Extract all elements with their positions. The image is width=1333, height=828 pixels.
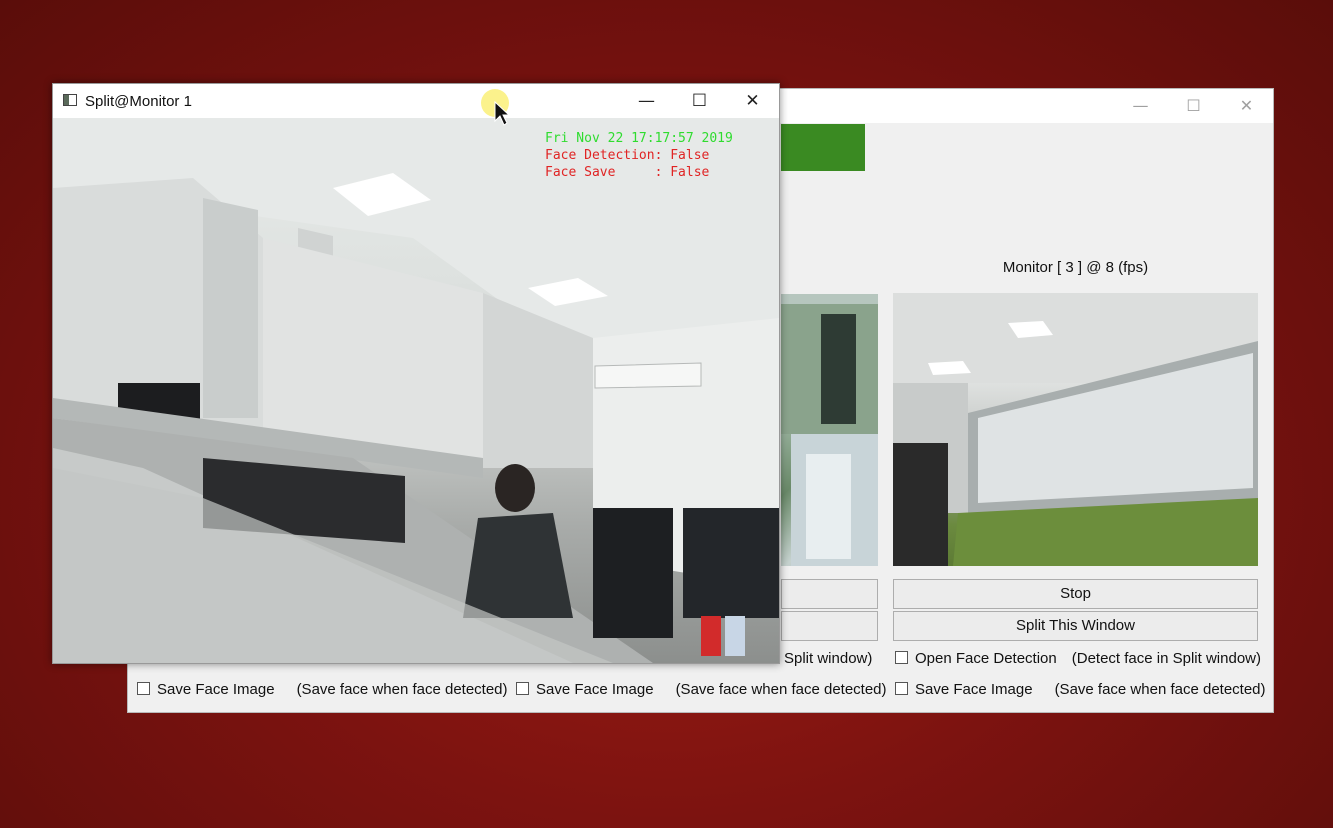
save-face-label: Save Face Image <box>536 681 654 698</box>
monitor3-video-feed <box>893 293 1258 566</box>
overlay-face-detection: Face Detection: False <box>545 148 710 163</box>
split-video-feed: Fri Nov 22 17:17:57 2019 Face Detection:… <box>53 118 779 663</box>
monitor3-stop-button[interactable]: Stop <box>893 579 1258 609</box>
split-titlebar[interactable]: Split@Monitor 1 — ☐ ✕ <box>53 84 779 118</box>
overlay-face-save: Face Save : False <box>545 165 710 180</box>
monitor2-scene <box>781 294 878 566</box>
face-detection-checkbox[interactable] <box>895 650 908 664</box>
main-window-controls: — ☐ ✕ <box>1114 89 1273 123</box>
overlay-timestamp: Fri Nov 22 17:17:57 2019 <box>545 131 733 146</box>
office-scene <box>53 118 779 663</box>
minimize-button[interactable]: — <box>1114 89 1167 123</box>
monitor3-face-detection-row: Open Face Detection (Detect face in Split… <box>895 650 1261 667</box>
app-window-icon <box>63 94 77 106</box>
save-face-checkbox[interactable] <box>895 681 908 695</box>
face-detection-hint: (Detect face in Split window) <box>1071 650 1261 667</box>
green-start-button[interactable] <box>781 124 865 171</box>
monitor2-save-face-row: Save Face Image (Save face when face dete… <box>516 681 887 698</box>
close-button[interactable]: ✕ <box>1220 89 1273 123</box>
maximize-button[interactable]: ☐ <box>1167 89 1220 123</box>
monitor2-video-feed <box>781 294 878 566</box>
minimize-button[interactable]: — <box>620 84 673 118</box>
save-face-hint: (Save face when face detected) <box>675 681 887 698</box>
monitor2-face-detection-hint: Split window) <box>784 650 873 667</box>
save-face-checkbox[interactable] <box>516 681 529 695</box>
monitor3-scene <box>893 293 1258 566</box>
save-face-hint: (Save face when face detected) <box>296 681 508 698</box>
monitor1-save-face-row: Save Face Image (Save face when face dete… <box>137 681 508 698</box>
split-window-title: Split@Monitor 1 <box>85 93 192 110</box>
mouse-pointer-icon <box>494 101 510 126</box>
monitor3-save-face-row: Save Face Image (Save face when face dete… <box>895 681 1266 698</box>
monitor3-fps-label: Monitor [ 3 ] @ 8 (fps) <box>1002 259 1149 276</box>
save-face-checkbox[interactable] <box>137 681 150 695</box>
monitor3-split-button[interactable]: Split This Window <box>893 611 1258 641</box>
save-face-hint: (Save face when face detected) <box>1054 681 1266 698</box>
face-detection-label: Open Face Detection <box>915 650 1057 667</box>
split-window: Split@Monitor 1 — ☐ ✕ Fri Nov 22 17:17:5… <box>52 83 780 664</box>
split-window-controls: — ☐ ✕ <box>620 84 779 118</box>
save-face-label: Save Face Image <box>915 681 1033 698</box>
close-button[interactable]: ✕ <box>726 84 779 118</box>
monitor2-split-button[interactable] <box>781 611 878 641</box>
save-face-label: Save Face Image <box>157 681 275 698</box>
monitor2-stop-button[interactable] <box>781 579 878 609</box>
maximize-button[interactable]: ☐ <box>673 84 726 118</box>
